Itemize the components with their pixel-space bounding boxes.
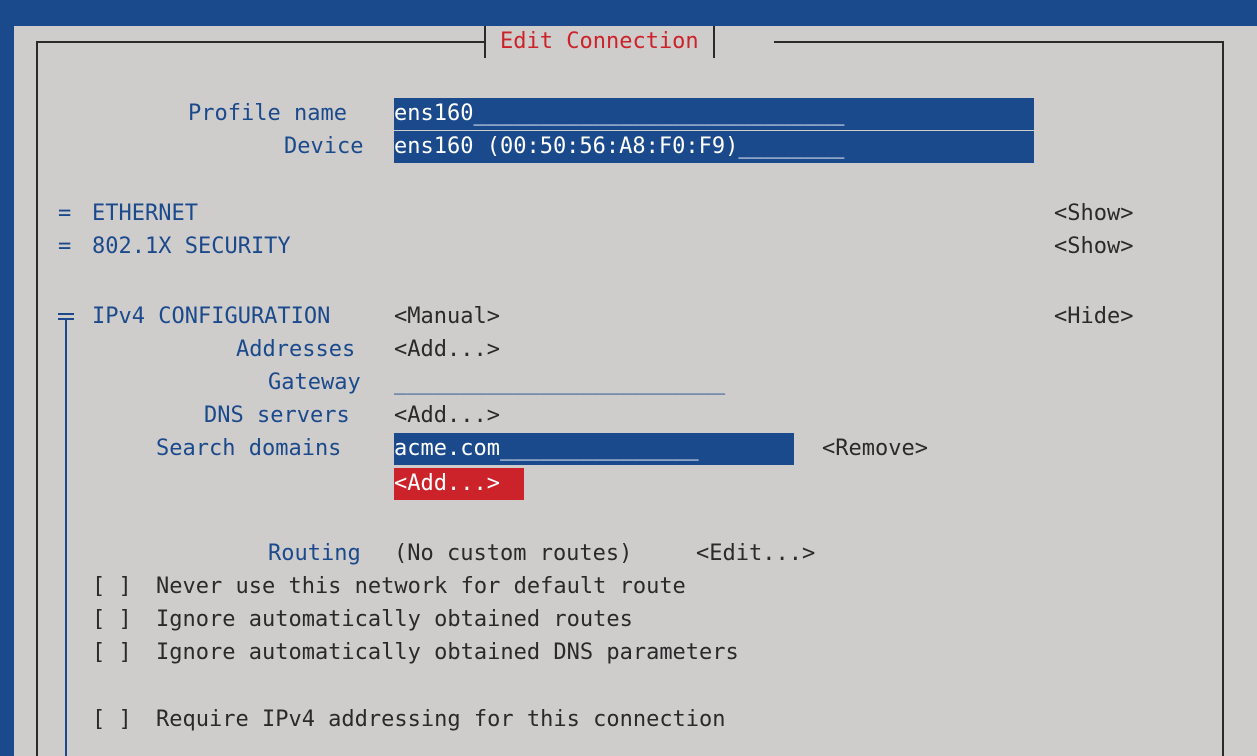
- security-section-label: 802.1X SECURITY: [92, 234, 291, 259]
- device-input[interactable]: ens160 (00:50:56:A8:F0:F9)________: [394, 131, 1034, 163]
- dialog-border-top-right: [774, 41, 1224, 43]
- profile-name-label: Profile name: [188, 101, 347, 126]
- checkbox-label: Never use this network for default route: [156, 574, 686, 599]
- search-domains-label: Search domains: [156, 436, 342, 461]
- checkbox-never-default-route[interactable]: [ ]: [92, 571, 132, 603]
- ethernet-show-button[interactable]: <Show>: [1054, 198, 1133, 230]
- checkbox-ignore-dns[interactable]: [ ]: [92, 637, 132, 669]
- dialog-border-top-left: [36, 41, 486, 43]
- routing-edit-button[interactable]: <Edit...>: [696, 538, 815, 570]
- checkbox-label: Ignore automatically obtained routes: [156, 607, 633, 632]
- ipv4-mode-button[interactable]: <Manual>: [394, 301, 500, 333]
- profile-name-input[interactable]: ens160____________________________: [394, 98, 1034, 130]
- gateway-input[interactable]: _________________________: [394, 367, 725, 399]
- dialog-title: Edit Connection: [484, 26, 715, 58]
- addresses-label: Addresses: [236, 337, 356, 362]
- checkbox-label: Ignore automatically obtained DNS parame…: [156, 640, 739, 665]
- device-label: Device: [284, 134, 364, 159]
- gateway-label: Gateway: [268, 370, 361, 395]
- dialog-border-left: [36, 41, 38, 756]
- dialog-border-right: [1222, 41, 1224, 756]
- checkbox-ignore-routes[interactable]: [ ]: [92, 604, 132, 636]
- routing-label: Routing: [268, 541, 361, 566]
- edit-connection-dialog: Edit Connection Profile name ens160_____…: [14, 26, 1257, 756]
- security-section-marker: =: [58, 234, 72, 259]
- routing-value: (No custom routes): [394, 541, 633, 566]
- ipv4-hide-button[interactable]: <Hide>: [1054, 301, 1133, 333]
- dns-servers-label: DNS servers: [204, 403, 350, 428]
- ethernet-section-marker: =: [58, 201, 72, 226]
- search-domain-input[interactable]: acme.com_______________: [394, 433, 794, 465]
- ipv4-marker-top: [58, 313, 74, 315]
- addresses-add-button[interactable]: <Add...>: [394, 334, 500, 366]
- checkbox-require-ipv4[interactable]: [ ]: [92, 704, 132, 736]
- ipv4-section-label: IPv4 CONFIGURATION: [92, 304, 331, 329]
- ipv4-section-connector: [65, 318, 67, 756]
- ethernet-section-label: ETHERNET: [92, 201, 198, 226]
- search-domain-add-button[interactable]: <Add...>: [394, 468, 524, 500]
- security-show-button[interactable]: <Show>: [1054, 231, 1133, 263]
- search-domain-remove-button[interactable]: <Remove>: [822, 433, 928, 465]
- dns-add-button[interactable]: <Add...>: [394, 400, 500, 432]
- checkbox-label: Require IPv4 addressing for this connect…: [156, 707, 726, 732]
